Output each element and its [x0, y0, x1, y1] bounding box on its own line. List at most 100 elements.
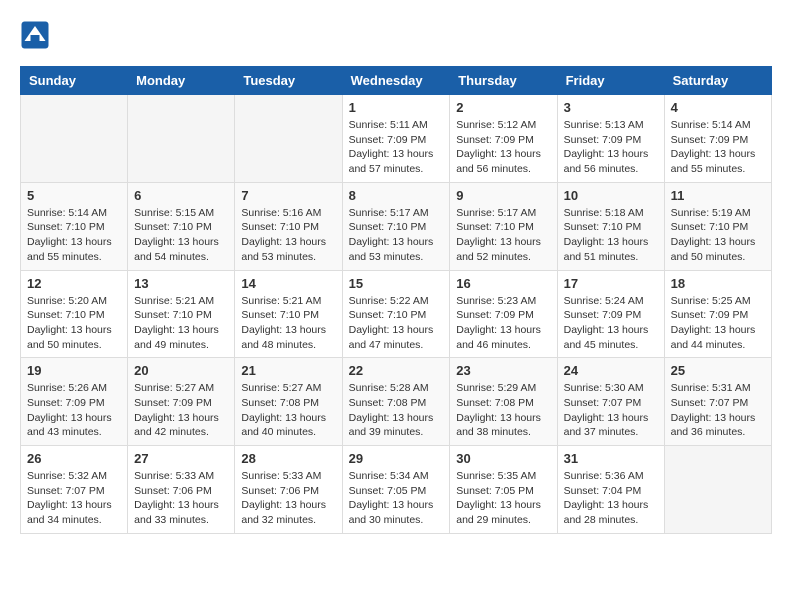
- calendar-cell: 5 Sunrise: 5:14 AMSunset: 7:10 PMDaylight…: [21, 182, 128, 270]
- day-info: Sunrise: 5:24 AMSunset: 7:09 PMDaylight:…: [564, 294, 658, 353]
- day-info: Sunrise: 5:33 AMSunset: 7:06 PMDaylight:…: [134, 469, 228, 528]
- calendar-cell: 18 Sunrise: 5:25 AMSunset: 7:09 PMDayligh…: [664, 270, 771, 358]
- day-info: Sunrise: 5:28 AMSunset: 7:08 PMDaylight:…: [349, 381, 444, 440]
- calendar-cell: 9 Sunrise: 5:17 AMSunset: 7:10 PMDaylight…: [450, 182, 557, 270]
- calendar-cell: 29 Sunrise: 5:34 AMSunset: 7:05 PMDayligh…: [342, 446, 450, 534]
- day-number: 2: [456, 100, 550, 115]
- calendar-cell: 31 Sunrise: 5:36 AMSunset: 7:04 PMDayligh…: [557, 446, 664, 534]
- column-header-friday: Friday: [557, 67, 664, 95]
- day-number: 12: [27, 276, 121, 291]
- day-number: 21: [241, 363, 335, 378]
- day-number: 11: [671, 188, 765, 203]
- day-info: Sunrise: 5:31 AMSunset: 7:07 PMDaylight:…: [671, 381, 765, 440]
- day-number: 7: [241, 188, 335, 203]
- day-info: Sunrise: 5:32 AMSunset: 7:07 PMDaylight:…: [27, 469, 121, 528]
- calendar-week-row: 5 Sunrise: 5:14 AMSunset: 7:10 PMDaylight…: [21, 182, 772, 270]
- day-info: Sunrise: 5:20 AMSunset: 7:10 PMDaylight:…: [27, 294, 121, 353]
- calendar-cell: 20Sunrise: 5:27 AMSunset: 7:09 PMDayligh…: [128, 358, 235, 446]
- day-number: 18: [671, 276, 765, 291]
- day-number: 8: [349, 188, 444, 203]
- calendar-cell: 12 Sunrise: 5:20 AMSunset: 7:10 PMDayligh…: [21, 270, 128, 358]
- day-number: 29: [349, 451, 444, 466]
- day-info: Sunrise: 5:34 AMSunset: 7:05 PMDaylight:…: [349, 469, 444, 528]
- day-info: Sunrise: 5:13 AMSunset: 7:09 PMDaylight:…: [564, 118, 658, 177]
- calendar-cell: 17 Sunrise: 5:24 AMSunset: 7:09 PMDayligh…: [557, 270, 664, 358]
- day-info: Sunrise: 5:30 AMSunset: 7:07 PMDaylight:…: [564, 381, 658, 440]
- calendar-header-row: SundayMondayTuesdayWednesdayThursdayFrid…: [21, 67, 772, 95]
- calendar-cell: 4 Sunrise: 5:14 AMSunset: 7:09 PMDaylight…: [664, 95, 771, 183]
- day-info: Sunrise: 5:17 AMSunset: 7:10 PMDaylight:…: [456, 206, 550, 265]
- calendar-cell: 8 Sunrise: 5:17 AMSunset: 7:10 PMDaylight…: [342, 182, 450, 270]
- day-info: Sunrise: 5:23 AMSunset: 7:09 PMDaylight:…: [456, 294, 550, 353]
- day-number: 14: [241, 276, 335, 291]
- day-info: Sunrise: 5:11 AMSunset: 7:09 PMDaylight:…: [349, 118, 444, 177]
- day-number: 25: [671, 363, 765, 378]
- calendar-cell: 10 Sunrise: 5:18 AMSunset: 7:10 PMDayligh…: [557, 182, 664, 270]
- day-number: 19: [27, 363, 121, 378]
- calendar-cell: 11 Sunrise: 5:19 AMSunset: 7:10 PMDayligh…: [664, 182, 771, 270]
- column-header-saturday: Saturday: [664, 67, 771, 95]
- calendar-cell: 26 Sunrise: 5:32 AMSunset: 7:07 PMDayligh…: [21, 446, 128, 534]
- day-info: Sunrise: 5:21 AMSunset: 7:10 PMDaylight:…: [241, 294, 335, 353]
- calendar-cell: [21, 95, 128, 183]
- day-info: Sunrise: 5:15 AMSunset: 7:10 PMDaylight:…: [134, 206, 228, 265]
- calendar-cell: 19 Sunrise: 5:26 AMSunset: 7:09 PMDayligh…: [21, 358, 128, 446]
- calendar-cell: [664, 446, 771, 534]
- day-number: 10: [564, 188, 658, 203]
- calendar-week-row: 26 Sunrise: 5:32 AMSunset: 7:07 PMDayligh…: [21, 446, 772, 534]
- day-info: Sunrise: 5:17 AMSunset: 7:10 PMDaylight:…: [349, 206, 444, 265]
- day-number: 22: [349, 363, 444, 378]
- calendar-cell: 7 Sunrise: 5:16 AMSunset: 7:10 PMDaylight…: [235, 182, 342, 270]
- calendar-week-row: 12 Sunrise: 5:20 AMSunset: 7:10 PMDayligh…: [21, 270, 772, 358]
- column-header-wednesday: Wednesday: [342, 67, 450, 95]
- day-info: Sunrise: 5:19 AMSunset: 7:10 PMDaylight:…: [671, 206, 765, 265]
- day-number: 6: [134, 188, 228, 203]
- day-number: 3: [564, 100, 658, 115]
- day-number: 28: [241, 451, 335, 466]
- calendar-cell: 16 Sunrise: 5:23 AMSunset: 7:09 PMDayligh…: [450, 270, 557, 358]
- calendar-cell: 2 Sunrise: 5:12 AMSunset: 7:09 PMDaylight…: [450, 95, 557, 183]
- day-number: 5: [27, 188, 121, 203]
- day-info: Sunrise: 5:14 AMSunset: 7:10 PMDaylight:…: [27, 206, 121, 265]
- calendar-cell: 15Sunrise: 5:22 AMSunset: 7:10 PMDayligh…: [342, 270, 450, 358]
- calendar-week-row: 19 Sunrise: 5:26 AMSunset: 7:09 PMDayligh…: [21, 358, 772, 446]
- day-number: 16: [456, 276, 550, 291]
- day-info: Sunrise: 5:16 AMSunset: 7:10 PMDaylight:…: [241, 206, 335, 265]
- calendar-cell: [128, 95, 235, 183]
- calendar-cell: 25 Sunrise: 5:31 AMSunset: 7:07 PMDayligh…: [664, 358, 771, 446]
- column-header-sunday: Sunday: [21, 67, 128, 95]
- day-number: 15: [349, 276, 444, 291]
- day-info: Sunrise: 5:18 AMSunset: 7:10 PMDaylight:…: [564, 206, 658, 265]
- calendar-cell: 28Sunrise: 5:33 AMSunset: 7:06 PMDayligh…: [235, 446, 342, 534]
- column-header-tuesday: Tuesday: [235, 67, 342, 95]
- calendar-cell: 13Sunrise: 5:21 AMSunset: 7:10 PMDayligh…: [128, 270, 235, 358]
- page-header: [20, 20, 772, 50]
- day-info: Sunrise: 5:14 AMSunset: 7:09 PMDaylight:…: [671, 118, 765, 177]
- column-header-monday: Monday: [128, 67, 235, 95]
- calendar-cell: 30 Sunrise: 5:35 AMSunset: 7:05 PMDayligh…: [450, 446, 557, 534]
- day-info: Sunrise: 5:21 AMSunset: 7:10 PMDaylight:…: [134, 294, 228, 353]
- day-number: 17: [564, 276, 658, 291]
- day-number: 30: [456, 451, 550, 466]
- logo-icon: [20, 20, 50, 50]
- day-info: Sunrise: 5:26 AMSunset: 7:09 PMDaylight:…: [27, 381, 121, 440]
- day-number: 26: [27, 451, 121, 466]
- calendar-cell: 24Sunrise: 5:30 AMSunset: 7:07 PMDayligh…: [557, 358, 664, 446]
- day-info: Sunrise: 5:27 AMSunset: 7:08 PMDaylight:…: [241, 381, 335, 440]
- calendar-cell: 6 Sunrise: 5:15 AMSunset: 7:10 PMDaylight…: [128, 182, 235, 270]
- calendar-cell: 1 Sunrise: 5:11 AMSunset: 7:09 PMDaylight…: [342, 95, 450, 183]
- day-info: Sunrise: 5:25 AMSunset: 7:09 PMDaylight:…: [671, 294, 765, 353]
- day-number: 27: [134, 451, 228, 466]
- day-number: 1: [349, 100, 444, 115]
- day-number: 9: [456, 188, 550, 203]
- day-number: 4: [671, 100, 765, 115]
- calendar-cell: 14 Sunrise: 5:21 AMSunset: 7:10 PMDayligh…: [235, 270, 342, 358]
- day-info: Sunrise: 5:36 AMSunset: 7:04 PMDaylight:…: [564, 469, 658, 528]
- day-info: Sunrise: 5:12 AMSunset: 7:09 PMDaylight:…: [456, 118, 550, 177]
- day-number: 23: [456, 363, 550, 378]
- calendar-cell: 21 Sunrise: 5:27 AMSunset: 7:08 PMDayligh…: [235, 358, 342, 446]
- day-number: 31: [564, 451, 658, 466]
- day-info: Sunrise: 5:35 AMSunset: 7:05 PMDaylight:…: [456, 469, 550, 528]
- column-header-thursday: Thursday: [450, 67, 557, 95]
- calendar-cell: 22 Sunrise: 5:28 AMSunset: 7:08 PMDayligh…: [342, 358, 450, 446]
